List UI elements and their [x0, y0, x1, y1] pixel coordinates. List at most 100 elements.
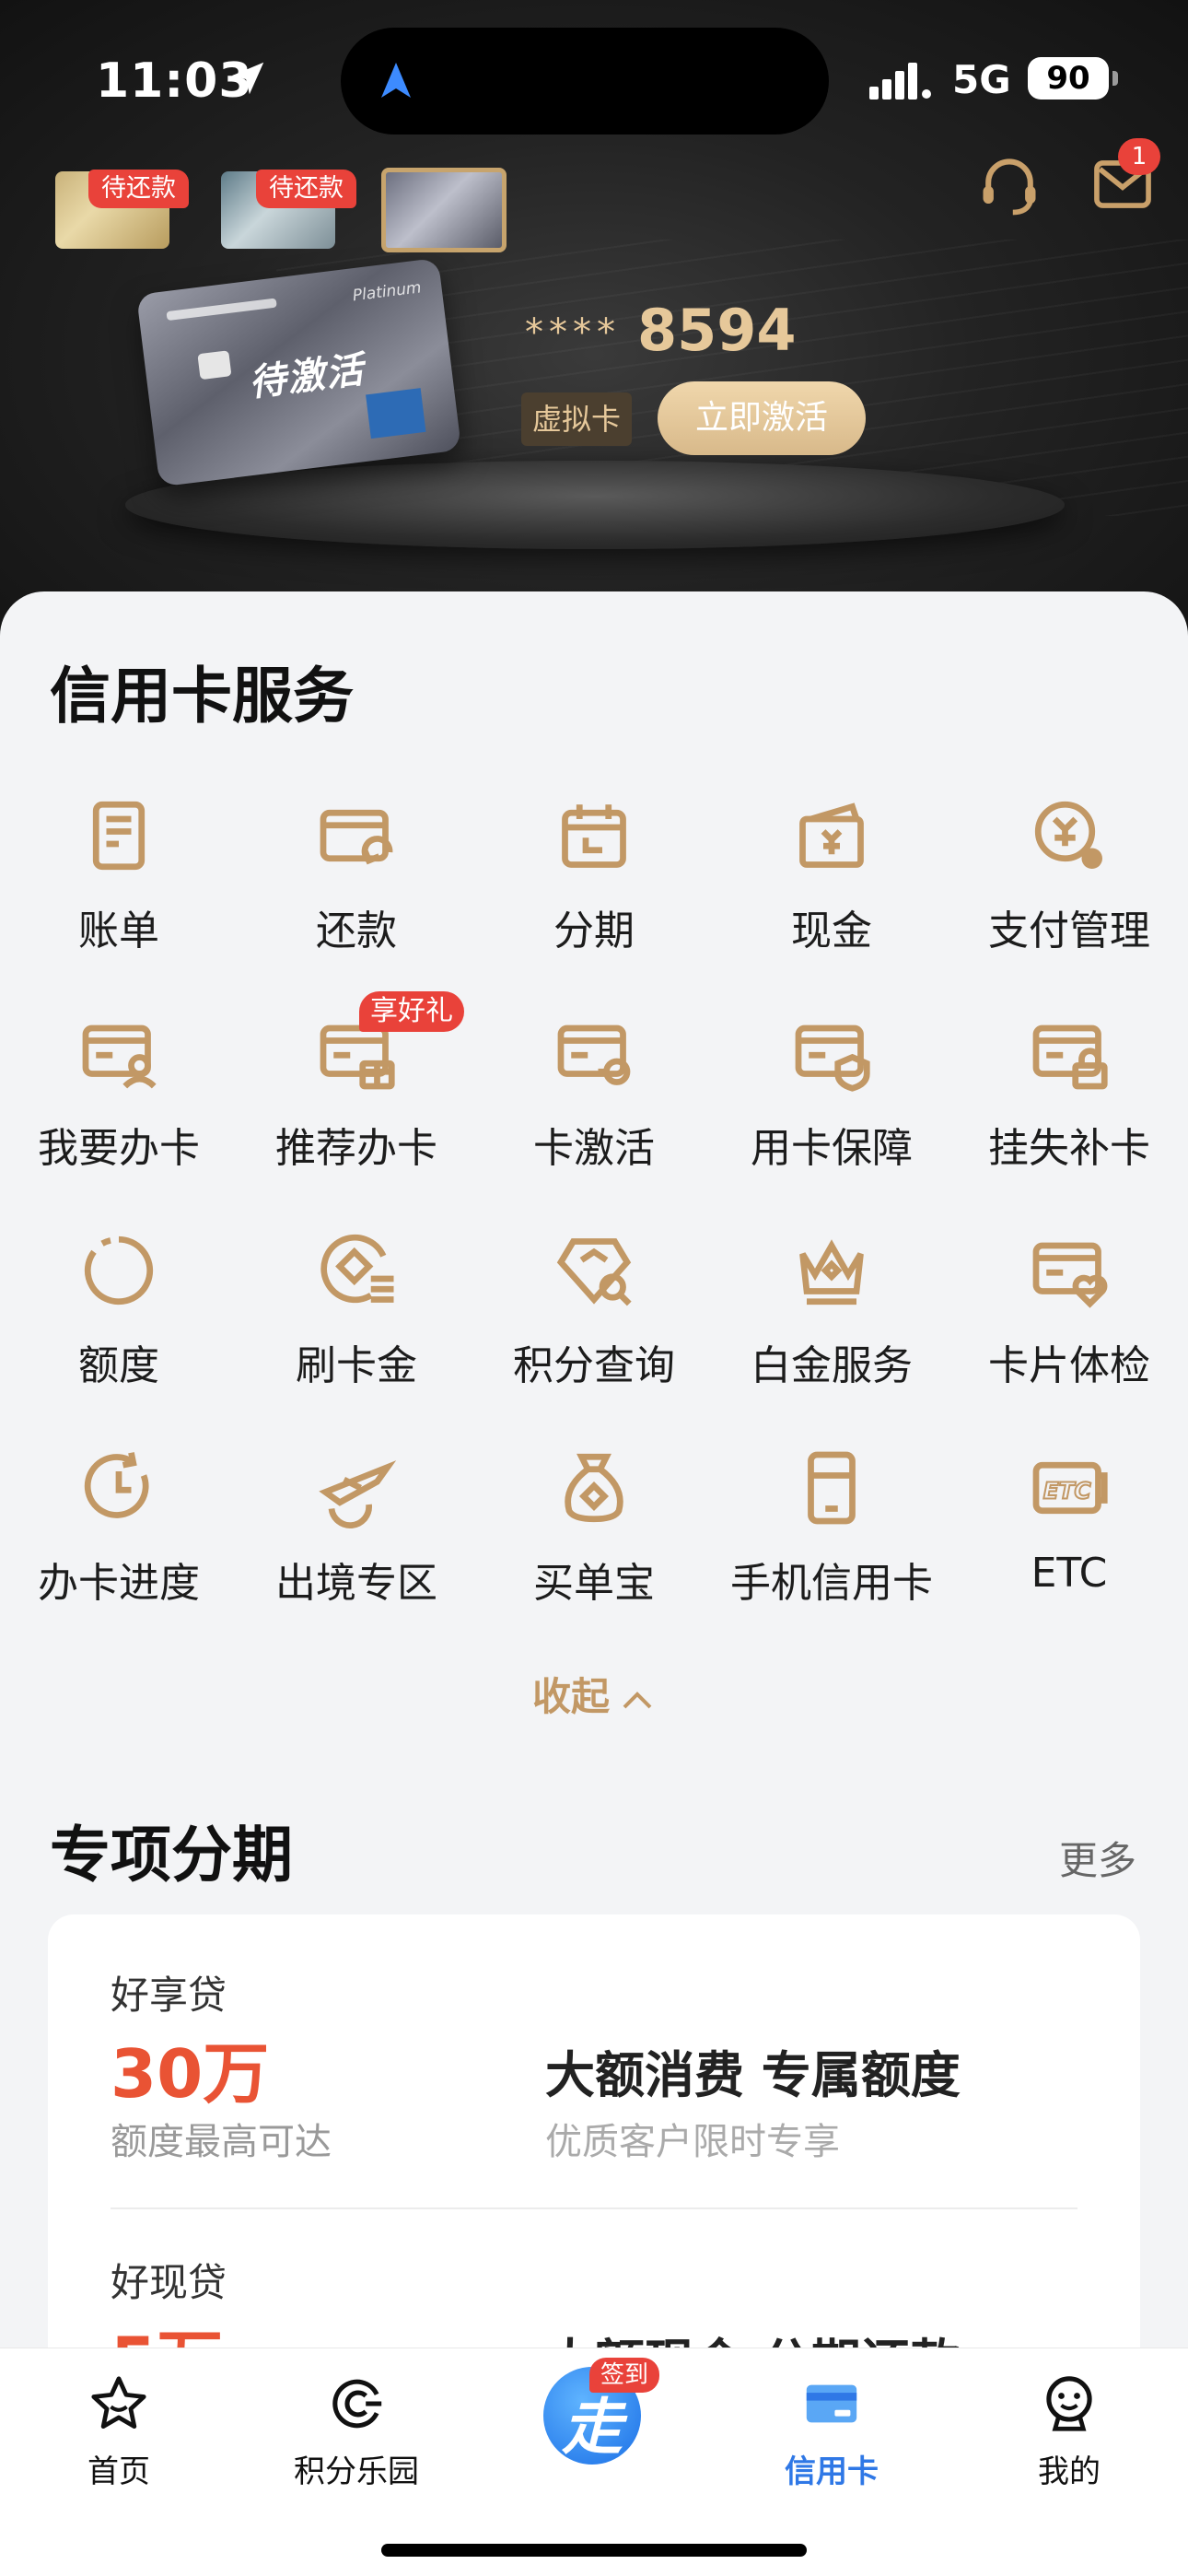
service-label: 买单宝	[533, 1560, 655, 1607]
service-label: 积分查询	[513, 1342, 675, 1389]
service-airplane[interactable]: 出境专区	[238, 1446, 475, 1631]
installment-item[interactable]: 好享贷 30万 额度最高可达 大额消费 专属额度 优质客户限时专享	[111, 1964, 1077, 2241]
navigation-icon	[381, 63, 411, 98]
installments-title: 专项分期	[50, 1820, 293, 1891]
card-checkup-icon	[1032, 1242, 1108, 1308]
installment-name: 好享贷	[111, 1973, 227, 2018]
service-bill[interactable]: 账单	[0, 794, 238, 978]
dynamic-island	[341, 28, 829, 135]
service-limit[interactable]: 额度	[0, 1229, 238, 1413]
money-bag-icon	[565, 1453, 623, 1523]
bottom-tab-bar: 首页 积分乐园 走 签到 信用卡 我的	[0, 2348, 1188, 2576]
swipe-reward-icon	[320, 1234, 394, 1304]
status-bar: 11:03 5G 90	[0, 0, 1188, 157]
service-label: 推荐办卡	[275, 1125, 437, 1172]
virtual-card-tag: 虚拟卡	[521, 392, 633, 446]
service-label: 白金服务	[751, 1342, 913, 1389]
svg-text:ETC: ETC	[1043, 1477, 1091, 1504]
bank-logo	[166, 298, 277, 322]
installment-headline: 大额消费 专属额度	[545, 2046, 961, 2104]
service-card-checkup[interactable]: 卡片体检	[950, 1229, 1188, 1413]
installment-name: 好现贷	[111, 2260, 227, 2305]
card-thumb-2[interactable]: 待还款	[221, 170, 356, 249]
service-cash[interactable]: 现金	[713, 794, 950, 978]
service-phone-card[interactable]: 手机信用卡	[713, 1446, 950, 1631]
amex-logo	[366, 388, 426, 439]
card-thumb-3-selected[interactable]	[381, 168, 507, 252]
service-apply-card[interactable]: 我要办卡	[0, 1012, 238, 1196]
points-park-icon	[332, 2379, 382, 2429]
battery-icon: 90	[1028, 57, 1118, 100]
service-label: 卡激活	[533, 1125, 655, 1172]
tab-points-park[interactable]: 积分乐园	[238, 2361, 475, 2500]
card-number-mask: ****	[525, 311, 621, 354]
service-repay[interactable]: 还款	[238, 794, 475, 978]
promo-badge: 享好礼	[359, 991, 464, 1032]
profile-icon	[1046, 2376, 1092, 2431]
card-header: 11:03 5G 90 待还款 待还款 1 Platinum 待激活 **** …	[0, 0, 1188, 645]
limit-icon	[84, 1235, 154, 1306]
installment-description: 优质客户限时专享	[545, 2121, 840, 2163]
service-label: 刷卡金	[296, 1342, 417, 1389]
tab-label: 信用卡	[785, 2453, 879, 2490]
card-number-last4: 8594	[637, 297, 797, 364]
service-label: 额度	[78, 1342, 159, 1389]
check-in-badge: 签到	[589, 2358, 660, 2393]
payment-settings-icon	[1034, 801, 1102, 869]
chevron-up-icon	[623, 1691, 652, 1708]
card-number: **** 8594	[525, 297, 797, 364]
service-payment-settings[interactable]: 支付管理	[950, 794, 1188, 978]
service-label: 我要办卡	[38, 1125, 200, 1172]
platinum-text: Platinum	[351, 278, 423, 306]
activate-now-button[interactable]: 立即激活	[658, 381, 866, 455]
more-link[interactable]: 更多	[1059, 1830, 1136, 1886]
service-label: 支付管理	[988, 907, 1150, 954]
airplane-icon	[319, 1460, 397, 1528]
service-label: 账单	[78, 907, 159, 954]
services-title: 信用卡服务	[50, 661, 354, 732]
tab-label: 首页	[87, 2453, 150, 2490]
location-arrow-icon	[231, 62, 264, 95]
service-recommend-card[interactable]: 推荐办卡 享好礼	[238, 991, 475, 1196]
service-progress[interactable]: 办卡进度	[0, 1446, 238, 1631]
credit-card-icon	[806, 2384, 857, 2423]
service-points-query[interactable]: 积分查询	[475, 1229, 713, 1413]
card-protection-icon	[795, 1025, 870, 1092]
service-label: 卡片体检	[988, 1342, 1150, 1389]
service-platinum-crown[interactable]: 白金服务	[713, 1229, 950, 1413]
repay-icon	[320, 809, 393, 865]
tab-profile[interactable]: 我的	[950, 2361, 1188, 2500]
apply-card-icon	[82, 1025, 157, 1089]
service-label: 用卡保障	[751, 1125, 913, 1172]
service-lost-card[interactable]: 挂失补卡	[950, 1012, 1188, 1196]
service-calendar[interactable]: 分期	[475, 794, 713, 978]
platinum-crown-icon	[799, 1239, 864, 1306]
tab-home[interactable]: 首页	[0, 2361, 238, 2500]
installment-subtitle: 额度最高可达	[111, 2121, 332, 2163]
service-label: 出境专区	[275, 1560, 437, 1607]
card-thumb-1[interactable]: 待还款	[55, 170, 189, 249]
signal-icon	[869, 63, 931, 100]
lost-card-icon	[1032, 1025, 1108, 1090]
service-etc[interactable]: ETC ETC	[950, 1446, 1188, 1631]
tab-credit-card[interactable]: 信用卡	[713, 2361, 950, 2500]
calendar-icon	[562, 804, 626, 868]
customer-service-icon[interactable]	[974, 151, 1044, 221]
pending-repay-badge: 待还款	[256, 170, 356, 208]
collapse-label: 收起	[531, 1674, 610, 1719]
service-swipe-reward[interactable]: 刷卡金	[238, 1229, 475, 1413]
service-money-bag[interactable]: 买单宝	[475, 1446, 713, 1631]
network-type: 5G	[952, 57, 1011, 102]
virtual-card-image[interactable]: Platinum 待激活	[136, 257, 462, 487]
pending-repay-badge: 待还款	[88, 170, 189, 208]
progress-icon	[84, 1452, 149, 1518]
star-home-icon	[91, 2376, 146, 2430]
service-label: 分期	[553, 907, 635, 954]
bill-icon	[92, 801, 146, 871]
collapse-button[interactable]: 收起	[497, 1666, 691, 1722]
service-card-activate[interactable]: 卡激活	[475, 1012, 713, 1196]
service-label: 现金	[791, 907, 872, 954]
etc-icon: ETC	[1032, 1461, 1108, 1515]
service-card-protection[interactable]: 用卡保障	[713, 1012, 950, 1196]
card-chip	[197, 350, 232, 381]
